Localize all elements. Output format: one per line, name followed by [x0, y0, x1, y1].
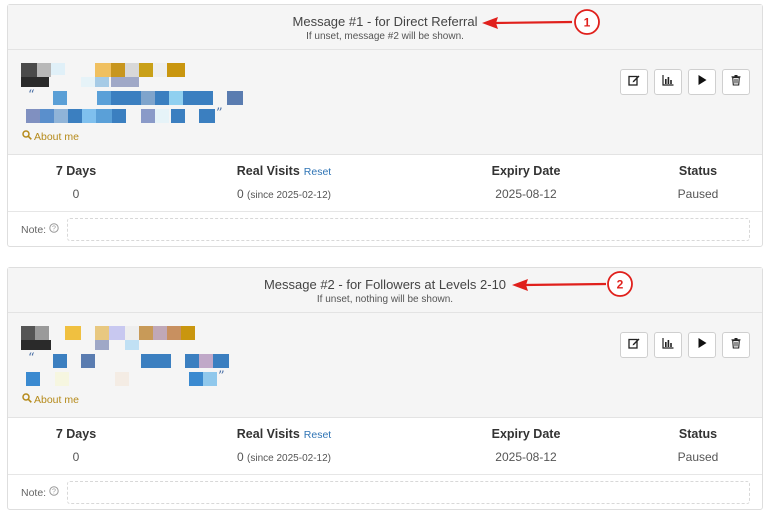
edit-button[interactable]	[620, 69, 648, 95]
stat-status: Status Paused	[638, 418, 758, 464]
about-me-link[interactable]: About me	[22, 393, 79, 406]
annotation-number: 2	[617, 278, 624, 292]
open-quote-glyph: “	[28, 88, 35, 103]
play-icon	[696, 336, 708, 354]
trash-icon	[730, 336, 742, 354]
annotation-arrow-1: 1	[482, 9, 600, 35]
message-subtitle: If unset, nothing will be shown.	[316, 294, 454, 305]
message-preview: “ ” About me	[8, 313, 762, 418]
stat-header: Expiry Date	[491, 164, 561, 178]
stat-status: Status Paused	[638, 155, 758, 201]
edit-button[interactable]	[620, 332, 648, 358]
search-icon	[22, 393, 32, 406]
stat-expiry-date: Expiry Date 2025-08-12	[446, 418, 606, 464]
bar-chart-icon	[662, 73, 674, 91]
stat-7-days: 7 Days 0	[8, 418, 144, 464]
svg-text:?: ?	[52, 226, 56, 233]
stat-value: 0	[237, 187, 244, 201]
stat-value: 0	[237, 450, 244, 464]
stat-since: (since 2025-02-12)	[247, 453, 331, 464]
svg-text:?: ?	[52, 489, 56, 496]
note-row: Note: ?	[8, 475, 762, 511]
reset-link[interactable]: Reset	[304, 166, 331, 178]
about-me-label: About me	[34, 393, 79, 406]
stat-expiry-date: Expiry Date 2025-08-12	[446, 155, 606, 201]
message-header: Message #1 - for Direct Referral If unse…	[8, 5, 762, 50]
note-label: Note:	[21, 486, 47, 499]
note-label: Note:	[21, 223, 47, 236]
stat-header: Real Visits	[236, 427, 300, 441]
stat-value: Paused	[677, 450, 719, 464]
stat-value: 2025-08-12	[495, 450, 557, 464]
stat-value: 0	[72, 187, 80, 201]
stat-header: 7 Days	[55, 427, 97, 441]
edit-icon	[628, 336, 640, 354]
note-row: Note: ?	[8, 212, 762, 248]
play-icon	[696, 73, 708, 91]
help-circle-icon[interactable]: ?	[49, 223, 59, 236]
message-preview: “ ” About me	[8, 50, 762, 155]
message-title: Message #2 - for Followers at Levels 2-1…	[263, 277, 507, 292]
bar-chart-icon	[662, 336, 674, 354]
reset-link[interactable]: Reset	[304, 429, 331, 441]
stats-row: 7 Days 0 Real Visits Reset 0 (since 2025-…	[8, 418, 762, 475]
delete-button[interactable]	[722, 332, 750, 358]
search-icon	[22, 130, 32, 143]
stats-button[interactable]	[654, 69, 682, 95]
play-button[interactable]	[688, 332, 716, 358]
open-quote-glyph: “	[28, 351, 35, 366]
help-circle-icon[interactable]: ?	[49, 486, 59, 499]
edit-icon	[628, 73, 640, 91]
stat-header: Status	[678, 164, 718, 178]
play-button[interactable]	[688, 69, 716, 95]
message-actions	[620, 69, 750, 95]
stat-header: Real Visits	[236, 164, 300, 178]
stat-header: Expiry Date	[491, 427, 561, 441]
stat-7-days: 7 Days 0	[8, 155, 144, 201]
stat-real-visits: Real Visits Reset 0 (since 2025-02-12)	[194, 418, 374, 464]
message-panel-1: Message #1 - for Direct Referral If unse…	[7, 4, 763, 247]
annotation-arrow-2: 2	[512, 271, 633, 297]
about-me-label: About me	[34, 130, 79, 143]
note-input[interactable]	[67, 481, 750, 504]
pixelated-message-content	[21, 326, 261, 396]
stat-since: (since 2025-02-12)	[247, 190, 331, 201]
stat-header: 7 Days	[55, 164, 97, 178]
message-title: Message #1 - for Direct Referral	[292, 14, 478, 29]
close-quote-glyph: ”	[218, 369, 225, 384]
stat-value: Paused	[677, 187, 719, 201]
stats-button[interactable]	[654, 332, 682, 358]
close-quote-glyph: ”	[216, 106, 223, 121]
annotation-number: 1	[584, 16, 591, 30]
stat-header: Status	[678, 427, 718, 441]
note-input[interactable]	[67, 218, 750, 241]
stat-real-visits: Real Visits Reset 0 (since 2025-02-12)	[194, 155, 374, 201]
message-subtitle: If unset, message #2 will be shown.	[306, 31, 464, 42]
stats-row: 7 Days 0 Real Visits Reset 0 (since 2025-…	[8, 155, 762, 212]
message-panel-2: Message #2 - for Followers at Levels 2-1…	[7, 267, 763, 510]
pixelated-message-content	[21, 63, 261, 133]
trash-icon	[730, 73, 742, 91]
stat-value: 2025-08-12	[495, 187, 557, 201]
message-actions	[620, 332, 750, 358]
message-header: Message #2 - for Followers at Levels 2-1…	[8, 268, 762, 313]
delete-button[interactable]	[722, 69, 750, 95]
stat-value: 0	[72, 450, 80, 464]
about-me-link[interactable]: About me	[22, 130, 79, 143]
